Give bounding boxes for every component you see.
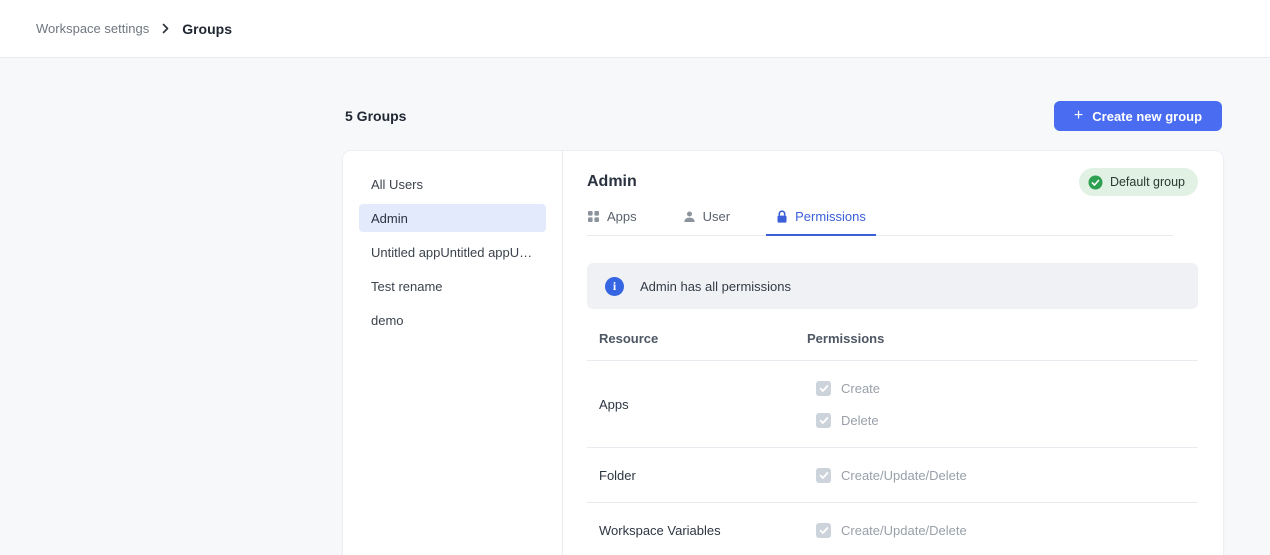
groups-card: All Users Admin Untitled appUntitled app… [343, 151, 1223, 555]
workspace-variables-crud-checkbox[interactable] [816, 523, 831, 538]
group-item-untitled-app[interactable]: Untitled appUntitled appUntitle… [359, 238, 546, 266]
default-group-badge-label: Default group [1110, 175, 1185, 189]
permissions-table: Resource Permissions Apps Create [587, 331, 1198, 555]
permission-crud: Create/Update/Delete [807, 459, 1198, 491]
permissions-cell: Create Delete [807, 372, 1198, 436]
chevron-right-icon [160, 23, 171, 34]
create-new-group-button[interactable]: + Create new group [1054, 101, 1222, 131]
resource-label: Apps [587, 397, 807, 412]
table-row-workspace-variables: Workspace Variables Create/Update/Delete [587, 503, 1198, 555]
breadcrumb-current-groups: Groups [182, 21, 232, 37]
permissions-cell: Create/Update/Delete [807, 514, 1198, 546]
resource-column-header: Resource [587, 331, 807, 346]
group-list: All Users Admin Untitled appUntitled app… [343, 151, 562, 555]
tab-apps[interactable]: Apps [587, 209, 637, 235]
folder-crud-checkbox[interactable] [816, 468, 831, 483]
info-icon: i [605, 277, 624, 296]
group-item-label: Test rename [371, 279, 443, 294]
permission-create: Create [807, 372, 1198, 404]
group-item-label: All Users [371, 177, 423, 192]
delete-checkbox[interactable] [816, 413, 831, 428]
check-icon [819, 384, 829, 393]
permission-label: Delete [841, 413, 879, 428]
check-icon [819, 471, 829, 480]
group-item-all-users[interactable]: All Users [359, 170, 546, 198]
table-row-folder: Folder Create/Update/Delete [587, 448, 1198, 503]
create-new-group-label: Create new group [1092, 109, 1202, 124]
lock-icon [776, 210, 788, 224]
group-item-label: Admin [371, 211, 408, 226]
info-banner-text: Admin has all permissions [640, 279, 791, 294]
user-icon [683, 210, 696, 223]
check-icon [819, 416, 829, 425]
group-detail-header: Admin Default group [587, 167, 1198, 197]
tab-permissions[interactable]: Permissions [776, 209, 866, 235]
group-detail-pane: Admin Default group Apps [563, 151, 1223, 555]
check-icon [819, 526, 829, 535]
permission-delete: Delete [807, 404, 1198, 436]
resource-label: Folder [587, 468, 807, 483]
plus-icon: + [1074, 109, 1083, 123]
permissions-column-header: Permissions [807, 331, 1198, 346]
grid-icon [587, 210, 600, 223]
permissions-table-header: Resource Permissions [587, 331, 1198, 361]
group-detail-tabs: Apps User Permissions [587, 209, 1173, 236]
permissions-info-banner: i Admin has all permissions [587, 263, 1198, 309]
group-title: Admin [587, 173, 637, 191]
tab-user-label: User [703, 209, 730, 224]
tab-permissions-label: Permissions [795, 209, 866, 224]
permissions-cell: Create/Update/Delete [807, 459, 1198, 491]
top-bar: Workspace settings Groups [0, 0, 1270, 58]
table-row-apps: Apps Create Delete [587, 361, 1198, 448]
permission-crud: Create/Update/Delete [807, 514, 1198, 546]
permission-label: Create/Update/Delete [841, 523, 967, 538]
workspace-settings-groups-page: Workspace settings Groups 5 Groups + Cre… [0, 0, 1270, 555]
group-item-demo[interactable]: demo [359, 306, 546, 334]
groups-count-label: 5 Groups [345, 108, 406, 124]
resource-label: Workspace Variables [587, 523, 807, 538]
permission-label: Create/Update/Delete [841, 468, 967, 483]
default-group-badge: Default group [1079, 168, 1198, 196]
permission-label: Create [841, 381, 880, 396]
breadcrumb-workspace-settings[interactable]: Workspace settings [36, 21, 149, 36]
tab-user[interactable]: User [683, 209, 730, 235]
group-item-test-rename[interactable]: Test rename [359, 272, 546, 300]
create-checkbox[interactable] [816, 381, 831, 396]
group-item-label: Untitled appUntitled appUntitle… [371, 245, 534, 260]
check-circle-icon [1088, 175, 1103, 190]
group-item-label: demo [371, 313, 404, 328]
group-item-admin[interactable]: Admin [359, 204, 546, 232]
tab-apps-label: Apps [607, 209, 637, 224]
